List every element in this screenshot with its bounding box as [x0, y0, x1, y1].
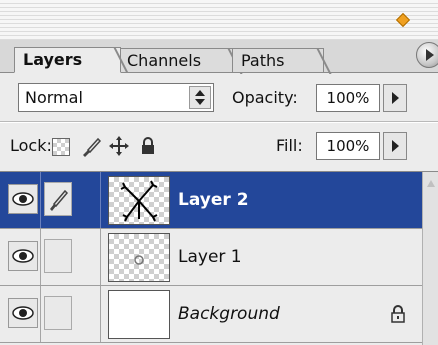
lock-transparent-pixels-icon[interactable] — [52, 138, 70, 156]
link-cell[interactable] — [44, 296, 72, 330]
minimize-icon[interactable] — [395, 12, 411, 28]
layer-name[interactable]: Layer 1 — [178, 229, 242, 285]
opacity-slider-button[interactable] — [383, 84, 407, 112]
lock-image-pixels-icon[interactable] — [80, 136, 102, 158]
layer-name[interactable]: Layer 2 — [178, 172, 249, 228]
brush-link-icon[interactable] — [44, 182, 72, 216]
fill-label: Fill: — [276, 136, 303, 155]
layer-thumbnail — [108, 290, 170, 339]
tab-paths-label: Paths — [241, 51, 285, 70]
tab-layers[interactable]: Layers — [14, 47, 130, 73]
fill-input[interactable]: 100% — [316, 132, 380, 160]
panel-menu-button[interactable] — [416, 42, 438, 68]
blend-mode-spin-icon[interactable] — [189, 86, 211, 109]
lock-label: Lock: — [10, 136, 52, 155]
tab-channels-label: Channels — [127, 51, 202, 70]
layer-thumbnail — [108, 176, 170, 225]
tab-paths[interactable]: Paths — [232, 48, 333, 74]
layer-lock-icon — [390, 305, 406, 327]
layer-row-layer-1[interactable]: Layer 1 — [0, 229, 422, 286]
fill-slider-button[interactable] — [383, 132, 407, 160]
blend-opacity-row: Normal Opacity: 100% — [0, 78, 438, 118]
visibility-eye-icon[interactable] — [8, 298, 38, 328]
tab-channels[interactable]: Channels — [118, 48, 244, 74]
layer-list-scrollbar[interactable] — [422, 172, 438, 345]
lock-position-icon[interactable] — [108, 135, 130, 162]
blend-mode-select[interactable]: Normal — [18, 83, 214, 112]
layer-list: Layer 2 Layer 1 Background — [0, 172, 438, 345]
opacity-label: Opacity: — [232, 88, 298, 107]
lock-all-icon[interactable] — [140, 137, 156, 155]
panel-title-bar[interactable] — [0, 0, 438, 44]
layer-row-background[interactable]: Background — [0, 286, 422, 343]
visibility-eye-icon[interactable] — [8, 184, 38, 214]
panel-tabs: Layers Channels Paths — [0, 40, 438, 74]
blend-mode-value: Normal — [25, 88, 83, 107]
layers-panel: Layers Channels Paths Normal Opacity: 10… — [0, 0, 438, 345]
layer-name[interactable]: Background — [178, 286, 280, 342]
tab-layers-label: Layers — [23, 50, 83, 69]
layer-thumbnail — [108, 233, 170, 282]
link-cell[interactable] — [44, 239, 72, 273]
layer-row-layer-2[interactable]: Layer 2 — [0, 172, 422, 229]
visibility-eye-icon[interactable] — [8, 241, 38, 271]
lock-fill-row: Lock: Fill: 100% — [0, 126, 438, 166]
opacity-input[interactable]: 100% — [316, 84, 380, 112]
